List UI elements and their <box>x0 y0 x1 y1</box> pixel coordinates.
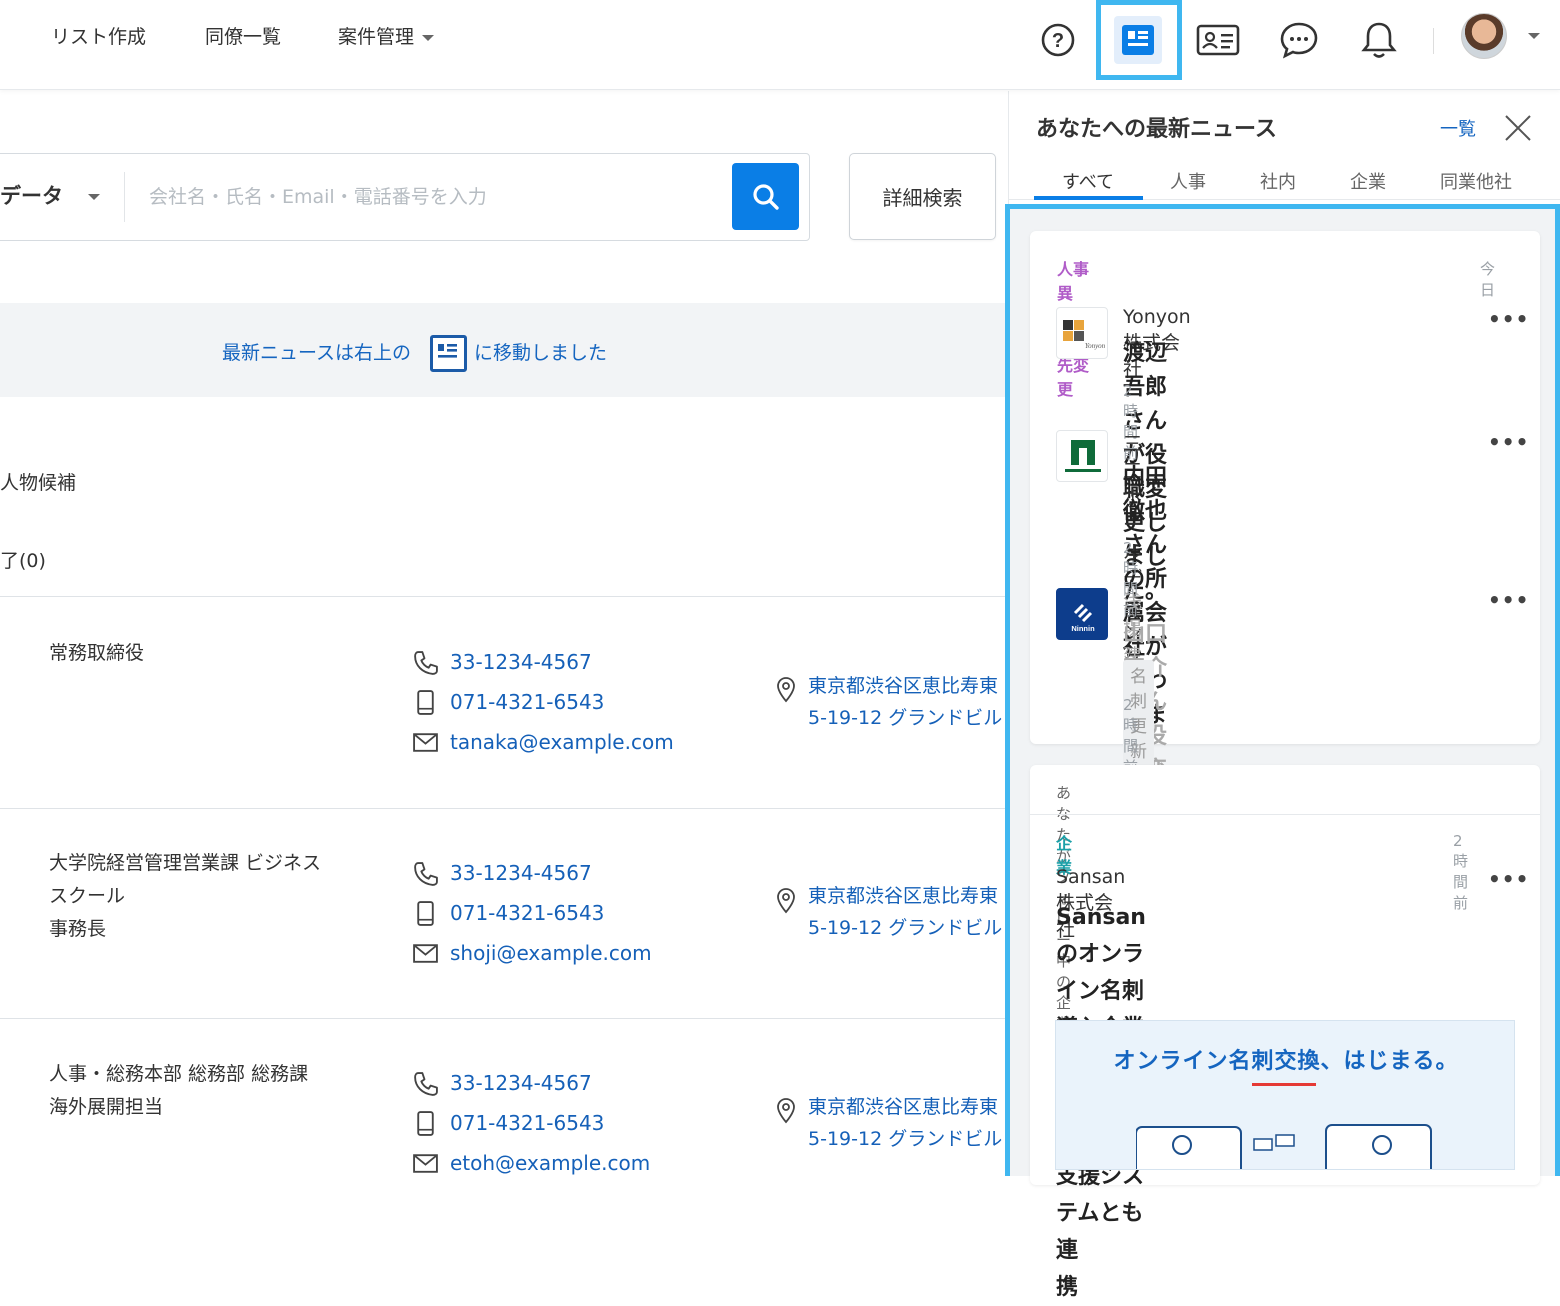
mobile-icon <box>417 900 434 926</box>
company-logo: Yonyon <box>1056 307 1108 359</box>
mail-icon <box>413 943 438 963</box>
email-link[interactable]: etoh@example.com <box>412 1148 650 1178</box>
job-title: 常務取締役 <box>49 642 145 664</box>
tab-internal[interactable]: 社内 <box>1260 168 1296 194</box>
banner-text: オンライン名刺交換、はじまる。 <box>1113 1049 1459 1074</box>
nav-colleagues[interactable]: 同僚一覧 <box>205 22 281 49</box>
news-time: 2時間前 <box>1453 832 1469 912</box>
tab-hr[interactable]: 人事 <box>1170 168 1206 194</box>
location-pin-icon <box>777 677 795 703</box>
more-options-icon[interactable]: ••• <box>1488 307 1529 331</box>
tab-all[interactable]: すべて <box>1062 168 1114 194</box>
banner-underline <box>1252 1083 1316 1086</box>
business-card-icon[interactable] <box>1194 16 1242 64</box>
more-options-icon[interactable]: ••• <box>1488 588 1529 612</box>
logo-text: Ninnin <box>1071 624 1095 633</box>
address-link[interactable]: 東京都渋谷区恵比寿東 5-19-12 グランドビル <box>808 880 1002 944</box>
mobile-icon <box>417 689 434 715</box>
mobile-link[interactable]: 071-4321-6543 <box>412 898 604 928</box>
news-icon[interactable] <box>1114 16 1162 64</box>
phone-link[interactable]: 33-1234-4567 <box>412 647 592 677</box>
row-divider <box>0 596 1007 597</box>
panel-title: あなたへの最新ニュース <box>1036 117 1277 142</box>
completed-count[interactable]: 了(0) <box>0 546 46 573</box>
search-input[interactable]: 会社名・氏名・Email・電話番号を入力 <box>149 182 487 209</box>
job-title: 人事・総務本部 総務部 総務課 海外展開担当 <box>49 1063 309 1118</box>
address-link[interactable]: 東京都渋谷区恵比寿東 5-19-12 グランドビル <box>808 1091 1002 1155</box>
notice-text-before: 最新ニュースは右上の <box>222 342 412 364</box>
notice-text-after: に移動しました <box>474 342 608 364</box>
top-nav: リスト作成 同僚一覧 案件管理 ? <box>0 0 1560 90</box>
email-link[interactable]: tanaka@example.com <box>412 727 674 757</box>
search-button[interactable] <box>732 163 799 230</box>
bell-icon[interactable] <box>1355 16 1403 64</box>
nav-divider <box>1433 28 1434 54</box>
company-logo <box>1056 430 1108 482</box>
nav-deals-label: 案件管理 <box>338 26 415 48</box>
row-divider <box>0 1018 1007 1019</box>
mail-icon <box>413 732 438 752</box>
email-link[interactable]: shoji@example.com <box>412 938 652 968</box>
news-list-link[interactable]: 一覧 <box>1440 115 1476 141</box>
news-moved-notice: 最新ニュースは右上の に移動しました <box>0 303 1007 397</box>
phone-link[interactable]: 33-1234-4567 <box>412 1068 592 1098</box>
news-date: 今日 <box>1480 260 1496 299</box>
search-scope-select[interactable]: データ <box>0 180 63 210</box>
tab-competitors[interactable]: 同業他社 <box>1440 168 1512 194</box>
search-icon <box>752 183 779 210</box>
news-banner-image[interactable]: オンライン名刺交換、はじまる。 <box>1055 1020 1515 1170</box>
more-options-icon[interactable]: ••• <box>1488 867 1529 891</box>
card-divider <box>1030 814 1540 815</box>
location-pin-icon <box>777 888 795 914</box>
location-pin-icon <box>777 1098 795 1124</box>
candidates-label[interactable]: 人物候補 <box>0 468 76 495</box>
row-divider <box>0 808 1007 809</box>
logo-text: Yonyon <box>1085 342 1106 350</box>
mail-icon <box>413 1153 438 1173</box>
phone-link[interactable]: 33-1234-4567 <box>412 858 592 888</box>
nav-deals[interactable]: 案件管理 <box>338 22 435 49</box>
more-options-icon[interactable]: ••• <box>1488 430 1529 454</box>
tab-companies[interactable]: 企業 <box>1350 168 1386 194</box>
company-logo: Ninnin <box>1056 588 1108 640</box>
chat-icon[interactable] <box>1275 16 1323 64</box>
active-tab-indicator <box>1034 196 1143 200</box>
mobile-link[interactable]: 071-4321-6543 <box>412 1108 604 1138</box>
avatar[interactable] <box>1461 13 1507 59</box>
advanced-search-button[interactable]: 詳細検索 <box>849 153 996 240</box>
news-icon <box>430 335 467 372</box>
phone-icon <box>414 650 438 675</box>
chevron-down-icon[interactable] <box>88 194 100 200</box>
job-title: 大学院経営管理営業課 ビジネス スクール 事務長 <box>49 852 322 940</box>
search-divider <box>124 172 125 222</box>
svg-text:?: ? <box>1052 30 1064 52</box>
chevron-down-icon <box>422 34 435 41</box>
nav-list-create[interactable]: リスト作成 <box>51 22 146 49</box>
help-icon[interactable]: ? <box>1034 16 1082 64</box>
mobile-link[interactable]: 071-4321-6543 <box>412 687 604 717</box>
address-link[interactable]: 東京都渋谷区恵比寿東 5-19-12 グランドビル <box>808 670 1002 734</box>
illustration-icon <box>1136 1124 1432 1169</box>
chevron-down-icon[interactable] <box>1528 33 1540 39</box>
phone-icon <box>414 861 438 886</box>
phone-icon <box>414 1071 438 1096</box>
close-icon[interactable] <box>1502 112 1534 144</box>
mobile-icon <box>417 1110 434 1136</box>
